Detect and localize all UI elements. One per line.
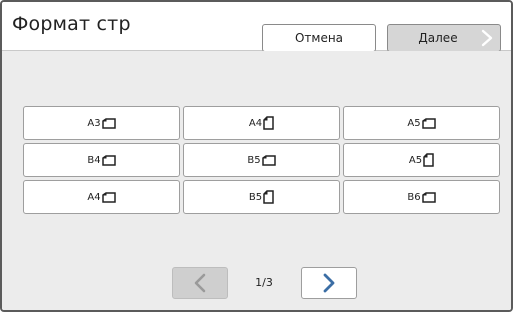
page-title: Формат стр	[12, 13, 131, 35]
cancel-button-label: Отмена	[294, 31, 344, 45]
landscape-page-icon	[101, 117, 116, 129]
chevron-right-icon	[323, 273, 335, 293]
paper-size-label: A5	[407, 117, 421, 129]
paper-size-label: B5	[247, 154, 261, 166]
paper-size-label: B4	[87, 154, 101, 166]
paper-size-label: A4	[248, 117, 263, 129]
paper-size-a5-landscape[interactable]: A5	[343, 106, 500, 140]
cancel-button[interactable]: Отмена	[262, 24, 376, 52]
paper-size-label: B6	[407, 191, 421, 203]
paper-size-a3-landscape[interactable]: A3	[23, 106, 180, 140]
landscape-page-icon	[421, 117, 436, 129]
paper-size-a4-landscape[interactable]: A4	[23, 180, 180, 214]
paper-size-label: B5	[248, 191, 263, 203]
next-button[interactable]: Далее	[387, 24, 501, 52]
previous-page-button[interactable]	[172, 267, 228, 299]
paper-size-label: A3	[87, 117, 101, 129]
chevron-right-icon	[481, 29, 493, 47]
paper-size-label: A5	[408, 154, 423, 166]
dialog-window: Формат стр Отмена Далее A3 A4 A5 B4 B5 A…	[0, 0, 513, 312]
portrait-page-icon	[263, 190, 274, 204]
paper-size-a5-portrait[interactable]: A5	[343, 143, 500, 177]
paper-size-a4-portrait[interactable]: A4	[183, 106, 340, 140]
paper-size-b5-portrait[interactable]: B5	[183, 180, 340, 214]
paper-size-label: A4	[87, 191, 101, 203]
page-indicator: 1/3	[255, 276, 273, 289]
landscape-page-icon	[421, 191, 436, 203]
landscape-page-icon	[101, 191, 116, 203]
next-page-button[interactable]	[301, 267, 357, 299]
content-area: A3 A4 A5 B4 B5 A5 A4 B5 B6 1/3	[2, 51, 511, 310]
paper-size-b6-landscape[interactable]: B6	[343, 180, 500, 214]
next-button-label: Далее	[418, 31, 458, 45]
paper-size-b5-landscape[interactable]: B5	[183, 143, 340, 177]
chevron-left-icon	[194, 273, 206, 293]
paper-size-b4-landscape[interactable]: B4	[23, 143, 180, 177]
portrait-page-icon	[263, 116, 274, 130]
portrait-page-icon	[423, 153, 434, 167]
landscape-page-icon	[261, 154, 276, 166]
dialog-header: Формат стр Отмена Далее	[2, 2, 511, 52]
landscape-page-icon	[101, 154, 116, 166]
